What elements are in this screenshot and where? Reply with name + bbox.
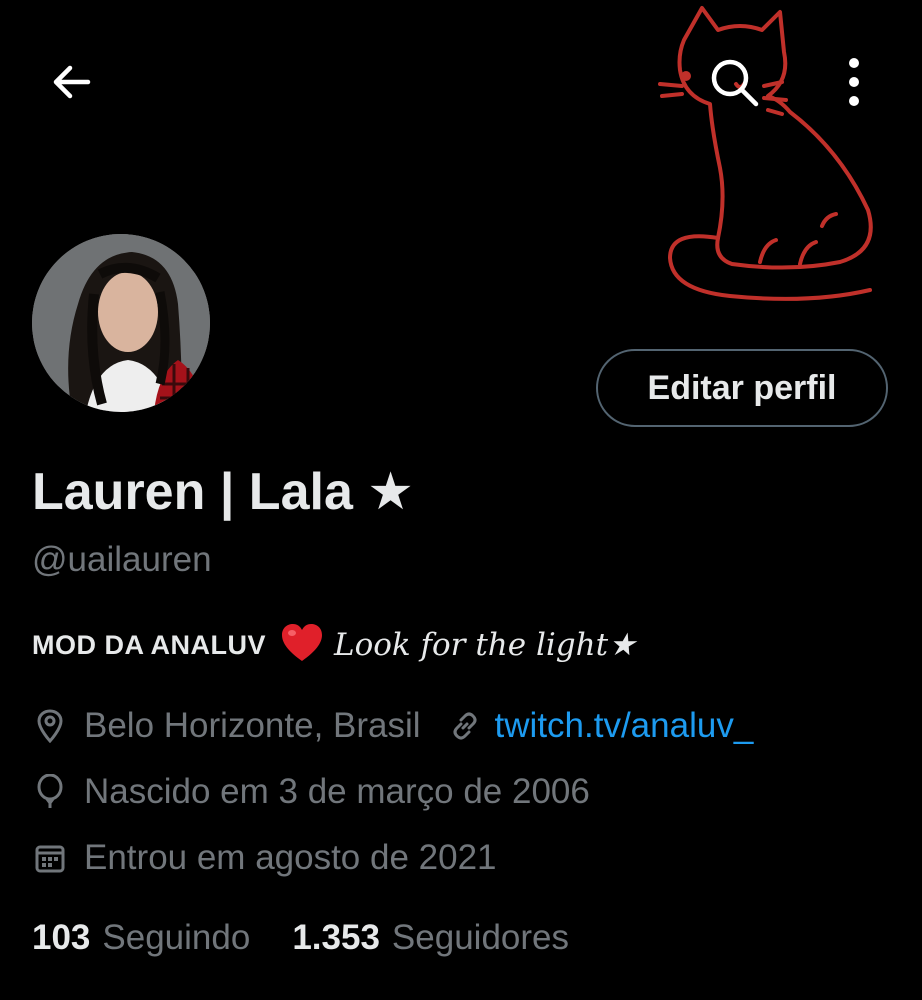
back-button[interactable] — [40, 50, 104, 114]
heart-icon — [280, 623, 324, 668]
calendar-icon — [32, 840, 68, 876]
followers-label: Seguidores — [391, 918, 569, 957]
profile-link[interactable]: twitch.tv/analuv_ — [495, 706, 754, 746]
birth-text: Nascido em 3 de março de 2006 — [84, 772, 590, 811]
bio-prefix: MOD DA ANALUV — [32, 629, 266, 660]
followers-count: 1.353 — [292, 918, 380, 957]
followers-link[interactable]: 1.353 Seguidores — [292, 918, 569, 958]
link-icon — [447, 708, 483, 744]
following-label: Seguindo — [102, 918, 251, 957]
more-options-button[interactable] — [822, 50, 886, 114]
username-handle: @uailauren — [32, 540, 212, 579]
location-row: Belo Horizonte, Brasil twitch.tv/analuv_ — [32, 702, 753, 750]
search-button[interactable] — [702, 50, 766, 114]
bio-motto: Look for the light★ — [333, 627, 636, 663]
balloon-icon — [32, 774, 68, 810]
following-count: 103 — [32, 918, 91, 957]
display-name: Lauren | Lala ★ — [32, 463, 414, 521]
joined-text: Entrou em agosto de 2021 — [84, 838, 497, 877]
edit-profile-button[interactable]: Editar perfil — [596, 349, 888, 427]
search-icon — [711, 59, 759, 107]
birth-row: Nascido em 3 de março de 2006 — [32, 768, 590, 816]
following-link[interactable]: 103 Seguindo — [32, 918, 250, 958]
location-pin-icon — [32, 708, 68, 744]
arrow-left-icon — [53, 65, 91, 99]
avatar-image — [32, 234, 210, 412]
joined-row: Entrou em agosto de 2021 — [32, 834, 497, 882]
avatar[interactable] — [32, 234, 210, 412]
location-text: Belo Horizonte, Brasil — [84, 706, 421, 745]
bio: MOD DA ANALUV Look for the light★ — [32, 620, 636, 670]
more-vertical-icon — [849, 58, 859, 106]
follow-stats: 103 Seguindo 1.353 Seguidores — [32, 914, 569, 962]
